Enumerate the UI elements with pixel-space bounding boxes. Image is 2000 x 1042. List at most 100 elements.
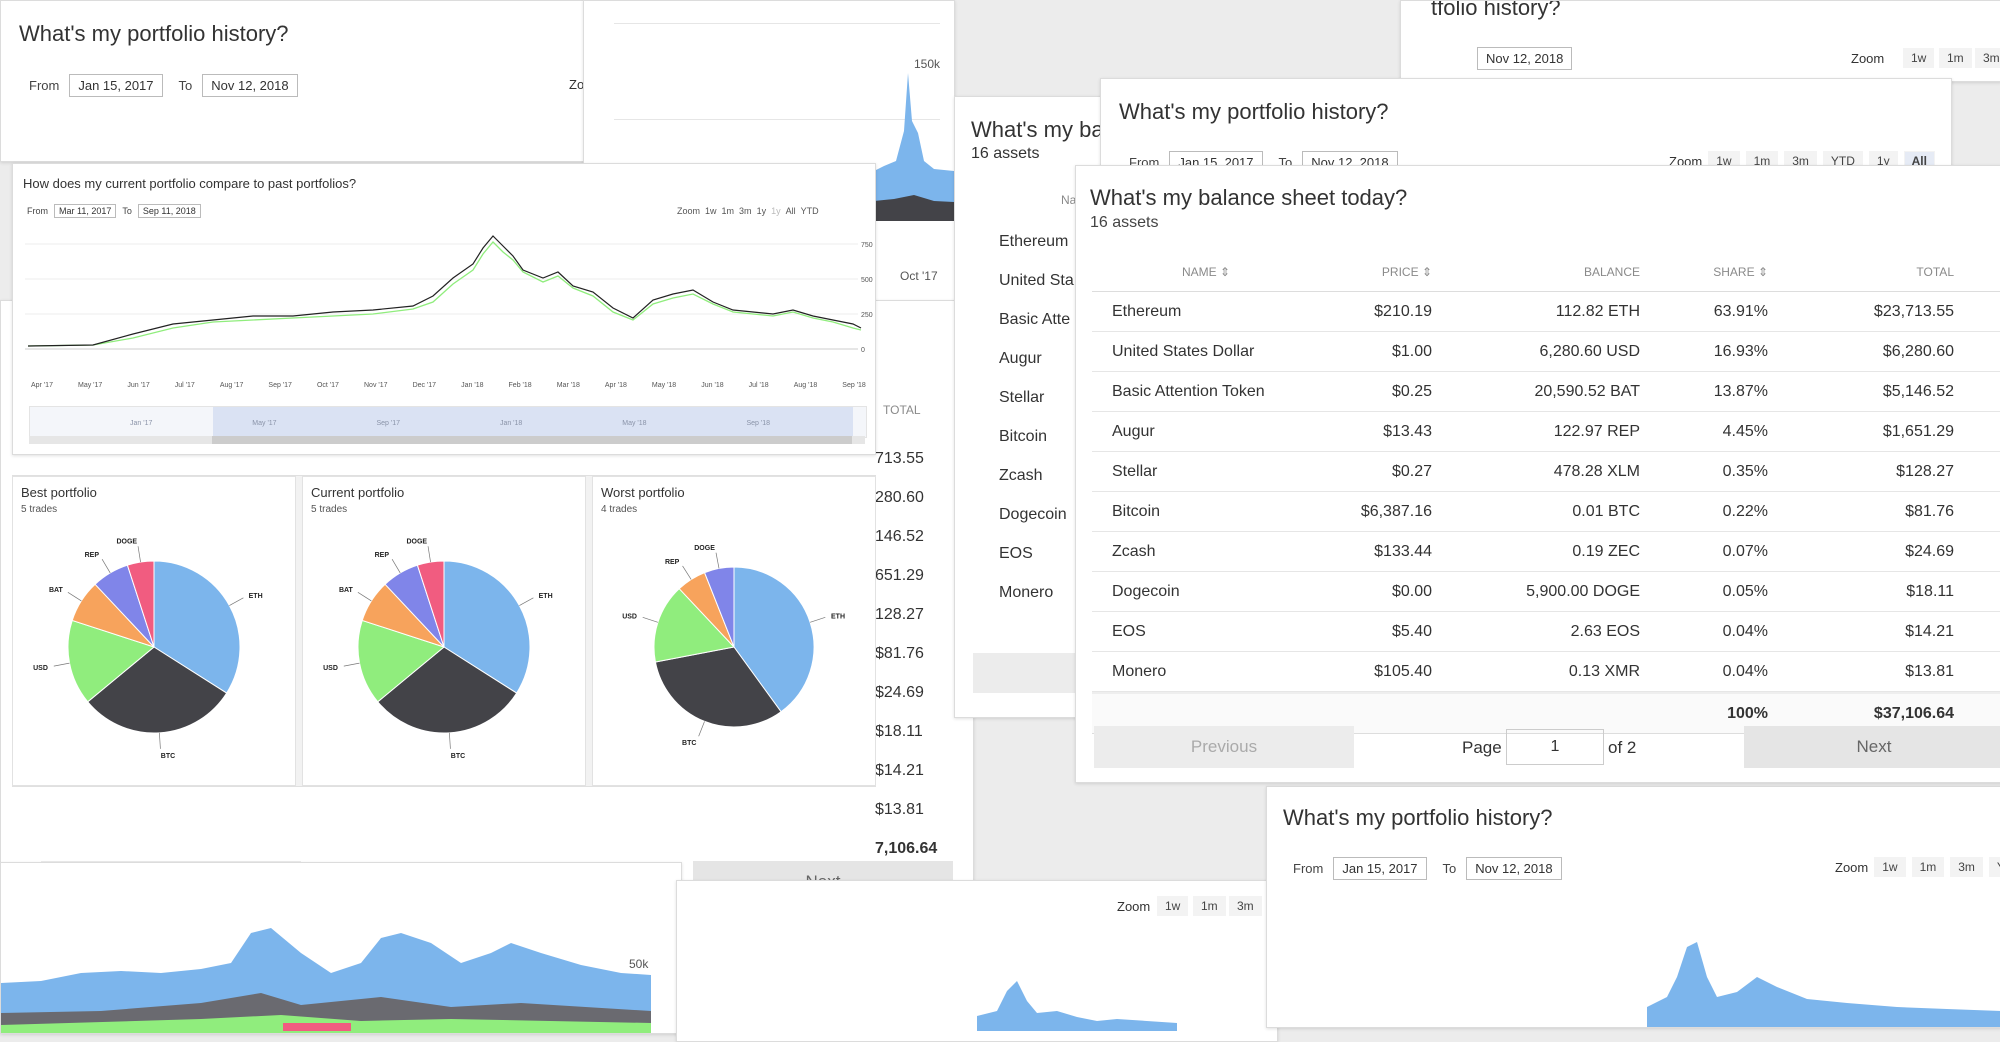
- asset-name-cell: Dogecoin: [1112, 582, 1180, 600]
- zoom-1m-button[interactable]: 1m: [1939, 48, 1972, 68]
- asset-name: Monero: [999, 584, 1054, 601]
- table-row[interactable]: EOS $5.40 2.63 EOS 0.04% $14.21: [1092, 612, 2000, 652]
- price-column-header[interactable]: PRICE ⇕: [1312, 265, 1432, 279]
- total-cell: $5,146.52: [1882, 382, 1954, 400]
- pie-slice-label: REP: [375, 552, 390, 559]
- asset-name: Bitcoin: [999, 428, 1048, 445]
- zoom-1m-button[interactable]: 1m: [1193, 896, 1226, 916]
- balance-table: NAME ⇕ PRICE ⇕ BALANCE SHARE ⇕ TOTAL Eth…: [1092, 252, 2000, 734]
- asset-name-cell: Basic Attention Token: [1112, 382, 1265, 400]
- price-cell: $105.40: [1374, 662, 1432, 680]
- total-cell: $24.69: [1905, 542, 1954, 560]
- to-date-input[interactable]: Sep 11, 2018: [137, 204, 201, 218]
- table-row[interactable]: Ethereum $210.19 112.82 ETH 63.91% $23,713.5…: [1092, 292, 2000, 332]
- table-row[interactable]: Dogecoin $0.00 5,900.00 DOGE 0.05% $18.11: [1092, 572, 2000, 612]
- page-label: Page: [1462, 738, 1502, 757]
- sort-icon: ⇕: [1220, 264, 1231, 279]
- table-row[interactable]: Bitcoin $6,387.16 0.01 BTC 0.22% $81.76: [1092, 492, 2000, 532]
- asset-name-cell: Monero: [1112, 662, 1167, 680]
- next-button[interactable]: Next: [1744, 726, 2000, 768]
- from-date-input[interactable]: Jan 15, 2017: [1333, 857, 1427, 880]
- nav-tick-label: Sep '18: [746, 420, 770, 427]
- name-column-header[interactable]: NAME ⇕: [1092, 265, 1312, 279]
- zoom-ytd-button[interactable]: YTD: [801, 206, 819, 216]
- x-tick-label: Sep '17: [268, 382, 292, 389]
- compare-x-axis: Apr '17 May '17 Jun '17 Jul '17 Aug '17 …: [31, 382, 866, 389]
- table-row[interactable]: Augur $13.43 122.97 REP 4.45% $1,651.29: [1092, 412, 2000, 452]
- pie-slice-label: REP: [665, 559, 680, 566]
- zoom-3m-button[interactable]: 3m: [1975, 48, 2000, 68]
- share-cell: 4.45%: [1722, 422, 1768, 440]
- date-range: From Jan 15, 2017 To Nov 12, 2018: [1293, 857, 1562, 880]
- previous-button[interactable]: Previous: [1094, 726, 1354, 768]
- price-cell: $5.40: [1391, 622, 1432, 640]
- zoom-1w-button[interactable]: 1w: [705, 206, 717, 216]
- current-portfolio-line: [27, 241, 862, 347]
- table-row[interactable]: Zcash $133.44 0.19 ZEC 0.07% $24.69: [1092, 532, 2000, 572]
- total-cell: 280.60: [875, 489, 924, 506]
- total-cell: $18.11: [875, 723, 923, 740]
- zoom-1w-button[interactable]: 1w: [1157, 896, 1189, 916]
- panel-title: What's my portfolio history?: [19, 21, 289, 46]
- compare-title: How does my current portfolio compare to…: [23, 176, 357, 191]
- balance-cell: 0.19 ZEC: [1572, 542, 1640, 560]
- scrollbar[interactable]: [29, 436, 865, 444]
- total-cell: $24.69: [875, 684, 924, 701]
- balance-cell: 2.63 EOS: [1570, 622, 1640, 640]
- total-cell: $23,713.55: [1873, 302, 1954, 320]
- compare-line-chart: 750 500 250 0: [25, 235, 873, 354]
- zoom-label-partial: Zo: [569, 77, 585, 92]
- table-row[interactable]: United States Dollar $1.00 6,280.60 USD 16.…: [1092, 332, 2000, 372]
- pie-slice-label: USD: [323, 665, 338, 672]
- asset-name-list: Ethereum United Sta Basic Atte Augur Ste…: [999, 222, 1074, 612]
- price-cell: $6,387.16: [1360, 502, 1432, 520]
- x-label-oct17: Oct '17: [900, 269, 938, 283]
- from-date-input[interactable]: Mar 11, 2017: [54, 204, 117, 218]
- panel-title: What's my portfolio history?: [1283, 805, 1553, 830]
- zoom-3m-button[interactable]: 3m: [739, 206, 752, 216]
- zoom-3m-button[interactable]: 3m: [1229, 896, 1262, 916]
- from-date-input[interactable]: Jan 15, 2017: [69, 74, 163, 97]
- share-column-header[interactable]: SHARE ⇕: [1640, 265, 1768, 279]
- y-tick-label: 0: [861, 347, 865, 354]
- navigator[interactable]: Jan '17 May '17 Sep '17 Jan '18 May '18 …: [29, 406, 867, 438]
- total-cell: $81.76: [1905, 502, 1954, 520]
- x-tick-label: May '18: [651, 382, 677, 389]
- asset-name: United Sta: [999, 272, 1074, 289]
- history-panel-bottom-middle: Zoom 1w 1m 3m: [676, 880, 1278, 1042]
- footer-share: 100%: [1727, 704, 1768, 722]
- zoom-1w-button[interactable]: 1w: [1903, 48, 1935, 68]
- zoom-1m-button[interactable]: 1m: [722, 206, 735, 216]
- pie-label-connector: [101, 559, 111, 574]
- to-date-input[interactable]: Nov 12, 2018: [202, 74, 298, 97]
- zoom-1y-button-alt[interactable]: 1y: [771, 206, 781, 216]
- x-tick-label: Sep '18: [842, 382, 866, 389]
- pie-label-connector: [427, 546, 431, 563]
- table-row[interactable]: Stellar $0.27 478.28 XLM 0.35% $128.27: [1092, 452, 2000, 492]
- zoom-all-button[interactable]: All: [786, 206, 796, 216]
- zoom-1y-button[interactable]: 1y: [757, 206, 767, 216]
- to-date-input[interactable]: Nov 12, 2018: [1477, 47, 1573, 70]
- balance-title: What's my balance sheet today?: [1090, 185, 1408, 210]
- x-tick-label: Feb '18: [508, 382, 532, 389]
- total-cell: $6,280.60: [1882, 342, 1954, 360]
- asset-name: EOS: [999, 545, 1033, 562]
- zoom-1m-button[interactable]: 1m: [1911, 857, 1945, 877]
- page-number-input[interactable]: 1: [1506, 729, 1604, 765]
- x-tick-label: Dec '17: [412, 382, 437, 389]
- scrollbar-thumb[interactable]: [212, 436, 852, 444]
- table-row[interactable]: Basic Attention Token $0.25 20,590.52 BAT 1…: [1092, 372, 2000, 412]
- pie-label-connector: [357, 592, 372, 602]
- to-date-input[interactable]: Nov 12, 2018: [1466, 857, 1562, 880]
- pie-label-connector: [642, 617, 659, 623]
- total-cell: $14.21: [1905, 622, 1954, 640]
- zoom-ytd-button[interactable]: YTD: [1988, 857, 2000, 877]
- compare-zoom-controls: Zoom 1w 1m 3m 1y 1y All YTD: [677, 206, 819, 216]
- zoom-1w-button[interactable]: 1w: [1874, 857, 1906, 877]
- zoom-3m-button[interactable]: 3m: [1950, 857, 1983, 877]
- name-header-label: NAME: [1182, 264, 1217, 279]
- panel-title-partial: What's my ba: [971, 117, 1104, 142]
- sort-icon: ⇕: [1421, 264, 1432, 279]
- x-tick-label: Apr '17: [31, 382, 53, 389]
- table-row[interactable]: Monero $105.40 0.13 XMR 0.04% $13.81: [1092, 652, 2000, 692]
